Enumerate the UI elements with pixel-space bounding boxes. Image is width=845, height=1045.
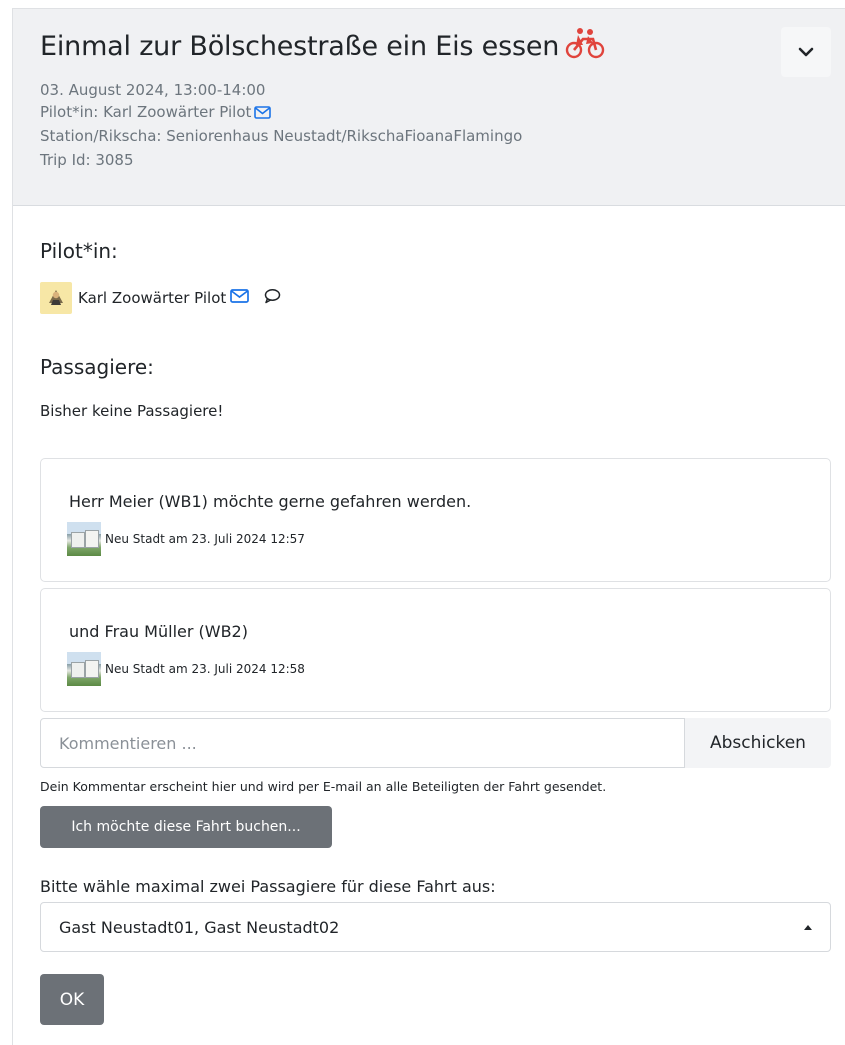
trip-date: 03. August 2024, 13:00-14:00 <box>40 81 266 99</box>
chevron-down-icon <box>798 43 814 62</box>
comment-form: Abschicken <box>40 718 831 768</box>
passenger-select-value: Gast Neustadt01, Gast Neustadt02 <box>59 917 340 937</box>
passengers-heading: Passagiere: <box>40 355 154 379</box>
trip-station: Station/Rikscha: Seniorenhaus Neustadt/R… <box>40 127 523 145</box>
mail-icon[interactable] <box>230 289 250 307</box>
avatar <box>40 282 72 314</box>
caret-up-icon <box>804 924 812 930</box>
send-comment-button[interactable]: Abschicken <box>685 718 831 768</box>
passenger-select[interactable]: Gast Neustadt01, Gast Neustadt02 <box>40 902 831 952</box>
mail-icon[interactable] <box>254 105 272 123</box>
trip-id: Trip Id: 3085 <box>40 151 134 169</box>
no-passengers-text: Bisher keine Passagiere! <box>40 402 224 420</box>
trip-title-text: Einmal zur Bölschestraße ein Eis essen <box>40 31 560 62</box>
passenger-select-label: Bitte wähle maximal zwei Passagiere für … <box>40 877 496 896</box>
trip-pilot-text: Pilot*in: Karl Zoowärter Pilot <box>40 103 252 121</box>
comment-item: Herr Meier (WB1) möchte gerne gefahren w… <box>40 458 831 582</box>
comment-author-date: Neu Stadt am 23. Juli 2024 12:58 <box>105 662 305 676</box>
comment-meta: Neu Stadt am 23. Juli 2024 12:58 <box>67 652 305 686</box>
station-thumbnail <box>67 522 101 556</box>
comment-hint: Dein Kommentar erscheint hier und wird p… <box>40 779 607 794</box>
collapse-button[interactable] <box>781 27 831 77</box>
trip-card: Einmal zur Bölschestraße ein Eis essen 0… <box>12 8 845 1045</box>
pilot-name[interactable]: Karl Zoowärter Pilot <box>78 289 226 307</box>
pilot-row: Karl Zoowärter Pilot <box>40 282 281 314</box>
ok-button[interactable]: OK <box>40 974 104 1025</box>
chat-icon[interactable] <box>263 288 281 308</box>
comment-text: Herr Meier (WB1) möchte gerne gefahren w… <box>69 492 472 511</box>
pilot-heading: Pilot*in: <box>40 239 118 263</box>
rickshaw-icon <box>565 27 605 66</box>
comment-item: und Frau Müller (WB2) Neu Stadt am 23. J… <box>40 588 831 712</box>
trip-title: Einmal zur Bölschestraße ein Eis essen <box>40 27 605 66</box>
trip-pilot-line: Pilot*in: Karl Zoowärter Pilot <box>40 103 272 123</box>
comment-meta: Neu Stadt am 23. Juli 2024 12:57 <box>67 522 305 556</box>
comment-author-date: Neu Stadt am 23. Juli 2024 12:57 <box>105 532 305 546</box>
trip-header: Einmal zur Bölschestraße ein Eis essen 0… <box>13 9 845 206</box>
book-trip-button[interactable]: Ich möchte diese Fahrt buchen... <box>40 806 332 848</box>
station-thumbnail <box>67 652 101 686</box>
comment-text: und Frau Müller (WB2) <box>69 622 248 641</box>
comment-input[interactable] <box>40 718 685 768</box>
